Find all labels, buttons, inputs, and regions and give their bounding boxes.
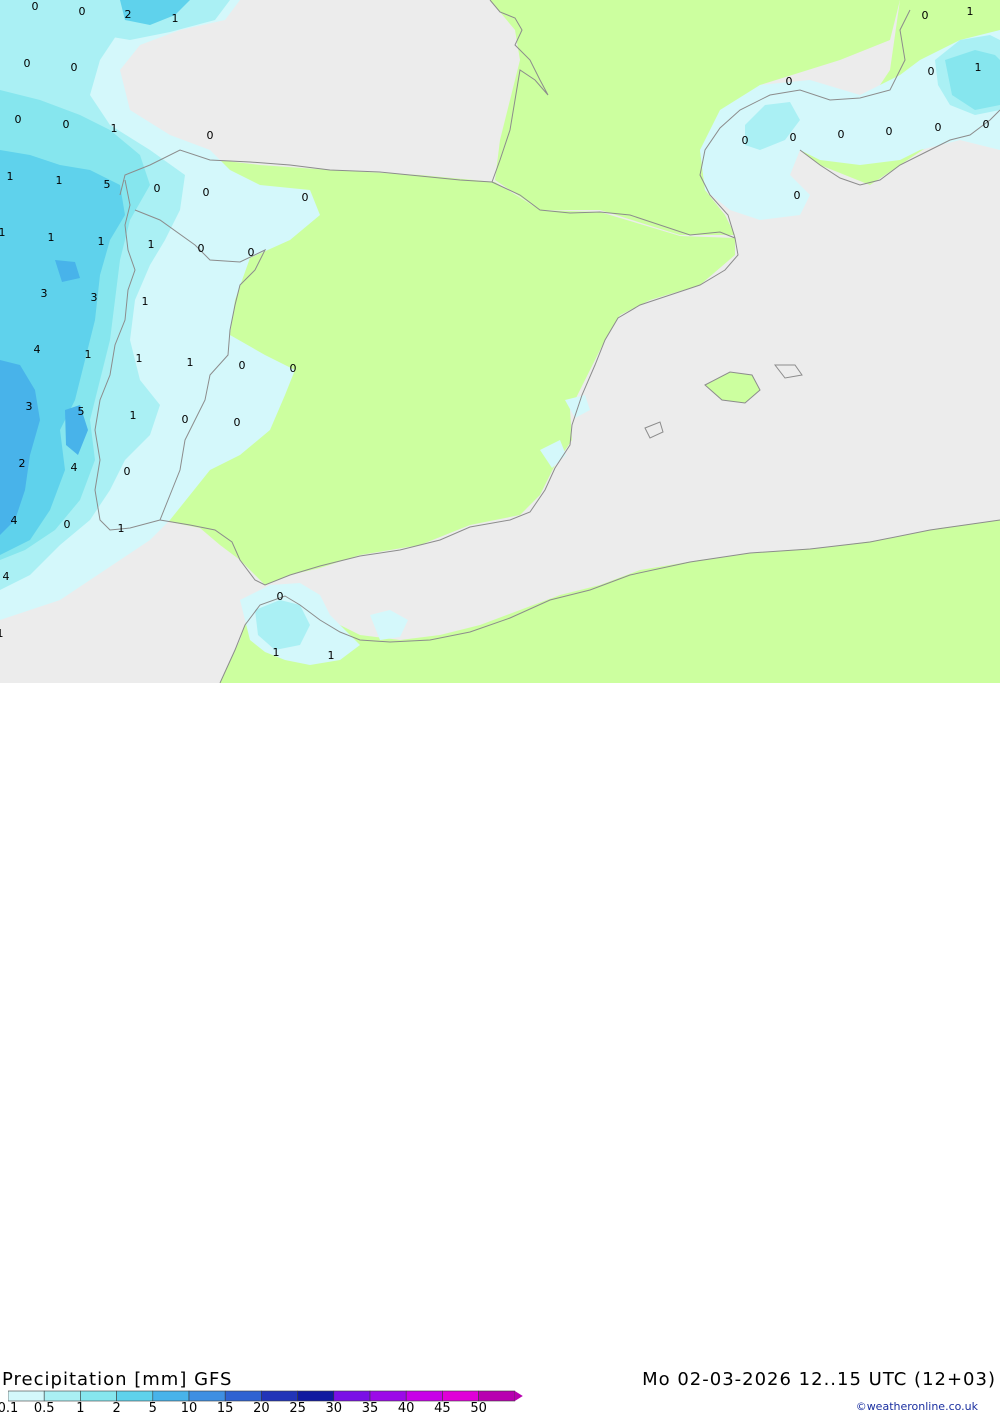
value-label: 0	[935, 121, 942, 134]
value-label: 0	[15, 113, 22, 126]
value-label: 1	[130, 409, 137, 422]
value-label: 0	[928, 65, 935, 78]
value-label: 1	[98, 235, 105, 248]
value-label: 1	[142, 295, 149, 308]
value-label: 5	[104, 178, 111, 191]
value-label: 1	[85, 348, 92, 361]
map-valid-time: Mo 02-03-2026 12..15 UTC (12+03)	[642, 1369, 996, 1390]
value-label: 1	[7, 170, 14, 183]
value-label: 1	[172, 12, 179, 25]
value-label: 1	[967, 5, 974, 18]
value-label: 0	[64, 518, 71, 531]
scale-swatch	[8, 1390, 45, 1402]
value-label: 3	[41, 287, 48, 300]
value-label: 0	[886, 125, 893, 138]
value-label: 0	[182, 413, 189, 426]
value-label: 1	[273, 646, 280, 659]
value-label: 0	[290, 362, 297, 375]
scale-tick-label: 40	[397, 1401, 415, 1416]
value-label: 4	[34, 343, 41, 356]
scale-tick-label: 5	[148, 1401, 157, 1416]
value-label: 5	[78, 405, 85, 418]
color-scale-labels: 0.1 0.5 1 2 5 10 15 20 25 30 35 40 45 50	[0, 1401, 520, 1416]
value-label: 0	[71, 61, 78, 74]
scale-swatch	[188, 1390, 226, 1402]
value-label: 4	[11, 514, 18, 527]
value-label: 0	[786, 75, 793, 88]
scale-tick-label: 1	[76, 1401, 85, 1416]
value-label: 0	[277, 590, 284, 603]
scale-swatch	[261, 1390, 298, 1402]
value-label: 2	[19, 457, 26, 470]
scale-swatch	[80, 1390, 117, 1402]
value-label: 2	[125, 8, 132, 21]
value-label: 1	[118, 522, 125, 535]
value-label: 0	[124, 465, 131, 478]
value-label: 0	[302, 191, 309, 204]
value-label: 0	[234, 416, 241, 429]
value-label: 0	[154, 182, 161, 195]
map-title: Precipitation [mm] GFS	[2, 1369, 233, 1390]
credit-link[interactable]: ©weatheronline.co.uk	[856, 1400, 978, 1413]
precipitation-map: 0 0 2 1 0 0 0 0 1 0 1 1 5 0 0 0 1 1 1 1 …	[0, 0, 1000, 683]
scale-tick-label: 0.1	[0, 1401, 19, 1416]
value-label: 1	[187, 356, 194, 369]
map-footer: Precipitation [mm] GFS Mo 02-03-2026 12.…	[0, 683, 1000, 1416]
scale-swatch	[369, 1390, 407, 1402]
scale-tick-label: 0.5	[33, 1401, 55, 1416]
value-label: 1	[328, 649, 335, 662]
scale-swatch	[478, 1390, 516, 1402]
value-label: 0	[922, 9, 929, 22]
value-label: 0	[239, 359, 246, 372]
scale-tick-label: 2	[112, 1401, 121, 1416]
scale-swatch	[297, 1390, 335, 1402]
value-label: 0	[207, 129, 214, 142]
value-label: 1	[56, 174, 63, 187]
value-label: 3	[91, 291, 98, 304]
value-label: 4	[3, 570, 10, 583]
value-label: 0	[32, 0, 39, 13]
scale-arrow	[514, 1391, 523, 1401]
value-label: 1	[111, 122, 118, 135]
value-label: 0	[198, 242, 205, 255]
scale-tick-label: 20	[253, 1401, 270, 1416]
scale-tick-label: 15	[216, 1401, 234, 1416]
scale-tick-label: 10	[180, 1401, 198, 1416]
scale-tick-label: 35	[361, 1401, 379, 1416]
scale-swatch	[224, 1390, 262, 1402]
value-label: 0	[983, 118, 990, 131]
scale-swatch	[152, 1390, 190, 1402]
scale-swatch	[442, 1390, 479, 1402]
scale-swatch	[43, 1390, 81, 1402]
value-label: 1	[0, 627, 4, 640]
scale-tick-label: 25	[289, 1401, 306, 1416]
value-label: 1	[148, 238, 155, 251]
value-label: 1	[136, 352, 143, 365]
value-label: 0	[24, 57, 31, 70]
value-label: 0	[742, 134, 749, 147]
value-label: 0	[794, 189, 801, 202]
scale-tick-label: 30	[325, 1401, 343, 1416]
value-label: 1	[0, 226, 6, 239]
value-label: 1	[975, 61, 982, 74]
scale-swatch	[405, 1390, 443, 1402]
value-label: 3	[26, 400, 33, 413]
value-label: 4	[71, 461, 78, 474]
value-label: 0	[203, 186, 210, 199]
scale-tick-label: 50	[470, 1401, 487, 1416]
value-label: 1	[48, 231, 55, 244]
value-label: 0	[63, 118, 70, 131]
value-label: 0	[79, 5, 86, 18]
scale-swatch	[116, 1390, 154, 1402]
scale-tick-label: 45	[434, 1401, 451, 1416]
value-label: 0	[790, 131, 797, 144]
value-label: 0	[838, 128, 845, 141]
scale-swatch	[333, 1390, 371, 1402]
value-label: 0	[248, 246, 255, 259]
